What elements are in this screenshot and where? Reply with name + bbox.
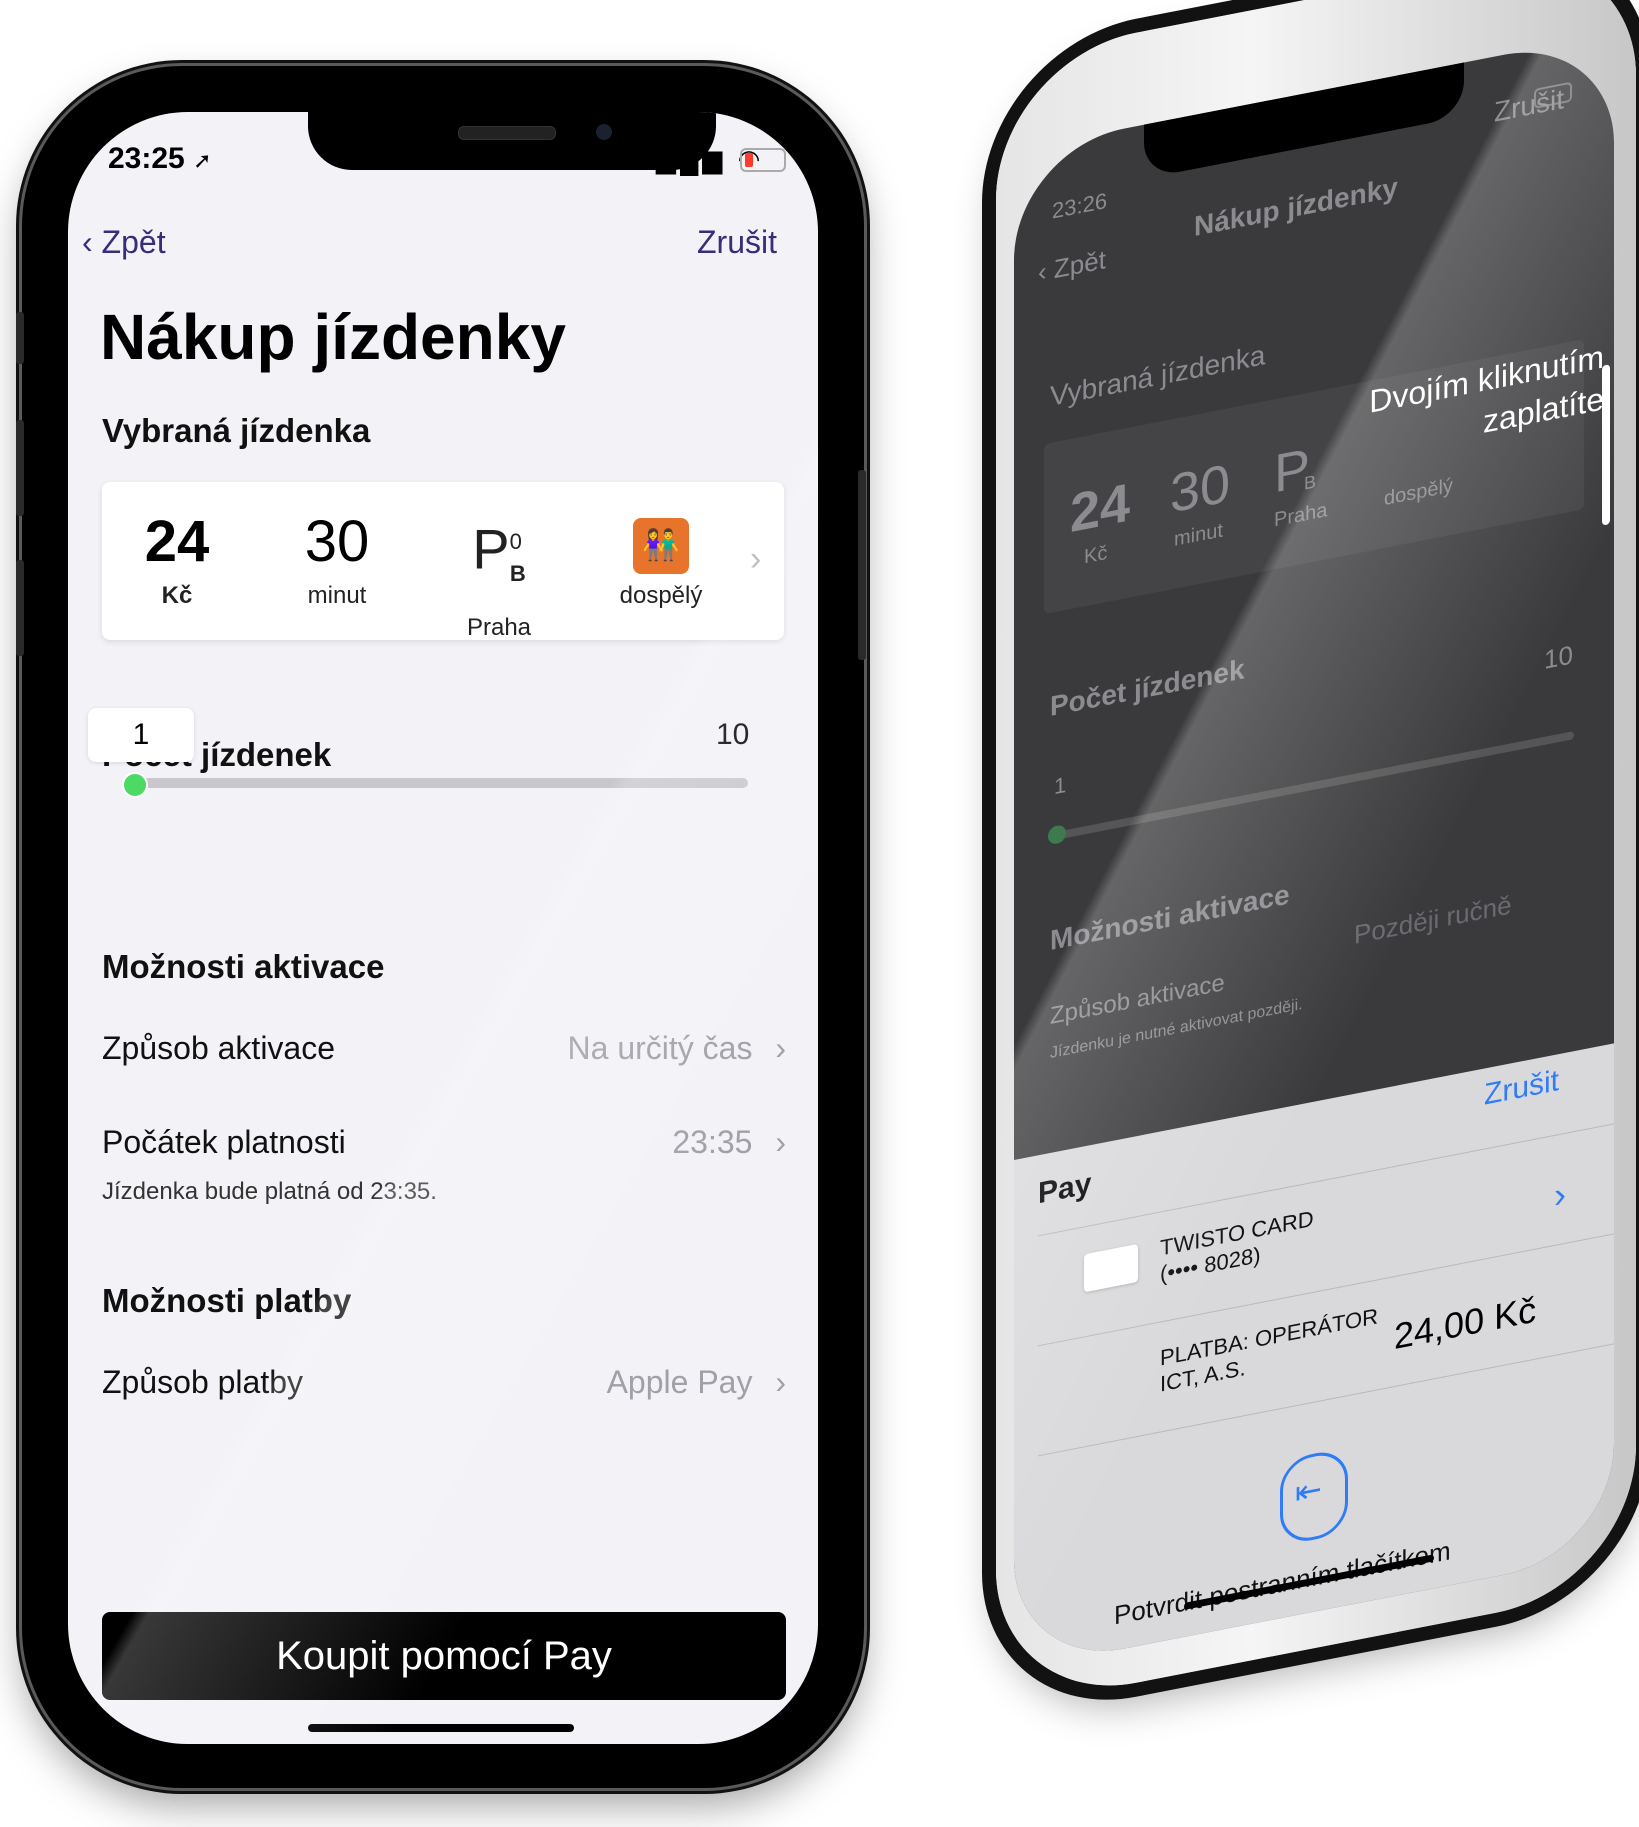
cancel-button[interactable]: Zrušit: [697, 224, 777, 261]
duration-unit: minut: [307, 582, 367, 609]
chevron-right-icon[interactable]: ›: [1554, 1173, 1566, 1217]
payment-method-label: Způsob platby: [102, 1364, 304, 1400]
activation-heading: Možnosti aktivace: [102, 948, 385, 985]
payment-method-row[interactable]: Apple Pay ›: [607, 1364, 786, 1401]
front-camera: [596, 124, 612, 140]
validity-start-value: 23:35: [672, 1124, 753, 1160]
card-thumbnail: [1084, 1243, 1138, 1293]
side-button-icon: ⇤: [1280, 1447, 1348, 1547]
slider-max-label: 10: [716, 718, 750, 751]
validity-note: Jízdenka bude platná od 23:35.: [102, 1178, 437, 1205]
selected-ticket-card[interactable]: 24 Kč 30 minut P0B Praha 👫 dospělý ›: [102, 482, 784, 642]
home-indicator: [308, 1724, 574, 1732]
slider-max-label: 10: [1544, 639, 1573, 675]
chevron-right-icon: ›: [775, 1030, 786, 1066]
battery-level: [745, 153, 753, 167]
divider: [1038, 1123, 1614, 1237]
cancel-button[interactable]: Zrušit: [1494, 83, 1564, 129]
chevron-right-icon: ›: [775, 1364, 786, 1400]
page-title: Nákup jízdenky: [100, 301, 566, 373]
power-button: [858, 470, 866, 660]
validity-start-label: Počátek platnosti: [102, 1124, 346, 1160]
apple-pay-logo: Pay: [1038, 1166, 1092, 1211]
status-time: 23:25 ➚: [108, 142, 212, 175]
apple-pay-cancel-button[interactable]: Zrušit: [1484, 1064, 1559, 1113]
buy-with-apple-pay-button[interactable]: Koupit pomocí Pay: [102, 1612, 786, 1700]
mute-switch: [16, 312, 24, 364]
card-selector[interactable]: TWISTO CARD (•••• 8028): [1160, 1206, 1314, 1288]
slider-thumb[interactable]: [1048, 823, 1066, 846]
duration-value: 30: [304, 509, 370, 574]
payment-amount: 24,00 Kč: [1394, 1288, 1537, 1358]
price-unit: Kč: [161, 582, 193, 609]
merchant-info: PLATBA: OPERÁTOR ICT, A.S.: [1160, 1303, 1378, 1397]
arrow-left-icon: ⇤: [1295, 1470, 1322, 1512]
speaker: [458, 126, 556, 140]
scroll-indicator: [1602, 364, 1610, 526]
volume-up-button: [16, 420, 24, 516]
duration-column: 30 minut: [262, 510, 412, 610]
activation-heading: Možnosti aktivace: [1050, 878, 1290, 957]
signal-icon: ▂▄▆: [656, 144, 727, 174]
activation-method-label: Způsob aktivace: [102, 1030, 336, 1066]
ticket-count-slider[interactable]: [128, 778, 748, 788]
passenger-label: dospělý: [1384, 474, 1453, 511]
duration-value: 30: [1170, 452, 1231, 525]
duration-unit: minut: [1174, 519, 1223, 551]
price-value: 24: [1070, 472, 1131, 545]
zone-letter: P: [1274, 437, 1311, 505]
price-column: 24 Kč: [102, 510, 252, 610]
location-arrow-icon: ➚: [193, 148, 212, 173]
passenger-label: dospělý: [619, 582, 703, 609]
payment-heading: Možnosti platby: [102, 1282, 352, 1319]
status-time: 23:26: [1052, 187, 1108, 224]
selected-ticket-heading: Vybraná jízdenka: [102, 412, 371, 449]
ticket-count-slider[interactable]: [1054, 731, 1574, 841]
chevron-right-icon: ›: [775, 1124, 786, 1160]
payment-method-value: Apple Pay: [606, 1364, 753, 1400]
price-unit: Kč: [1084, 541, 1108, 569]
app-screen: 23:25 ➚ ▂▄▆ ◠ ‹ Zpět Zrušit Nákup jízden…: [68, 112, 818, 1744]
apple-pay-screen: 23:26 ‹ Zpět Nákup jízdenky Zrušit Vybra…: [1014, 33, 1614, 1670]
zone-symbol: P0B: [472, 517, 526, 586]
zone-column: P0B Praha: [424, 510, 574, 642]
validity-start-row[interactable]: 23:35 ›: [672, 1124, 786, 1161]
slider-value-bubble: 1: [1054, 771, 1067, 800]
passenger-icon: 👫: [633, 518, 689, 574]
back-button[interactable]: ‹ Zpět: [82, 224, 166, 261]
volume-down-button: [16, 560, 24, 656]
notch: [308, 112, 716, 170]
slider-value-bubble: 1: [88, 708, 194, 762]
activation-method-value: Na určitý čas: [567, 1030, 753, 1066]
zone-label: Praha: [1274, 499, 1328, 532]
slider-thumb[interactable]: [122, 772, 148, 798]
ticket-count-heading: Počet jízdenek: [1050, 653, 1245, 723]
passenger-column: 👫 dospělý: [586, 518, 736, 610]
zone-label: Praha: [466, 613, 532, 641]
chevron-right-icon: ›: [750, 540, 762, 578]
back-button[interactable]: ‹ Zpět: [1038, 244, 1106, 288]
activation-method-row[interactable]: Na určitý čas ›: [568, 1030, 786, 1067]
battery-icon: [740, 148, 786, 172]
price-value: 24: [144, 509, 210, 574]
nav-title: Nákup jízdenky: [1194, 171, 1398, 243]
zone-sub: B: [1304, 471, 1317, 494]
activation-method-value[interactable]: Později ručně: [1354, 889, 1512, 951]
selected-ticket-heading: Vybraná jízdenka: [1050, 339, 1266, 413]
